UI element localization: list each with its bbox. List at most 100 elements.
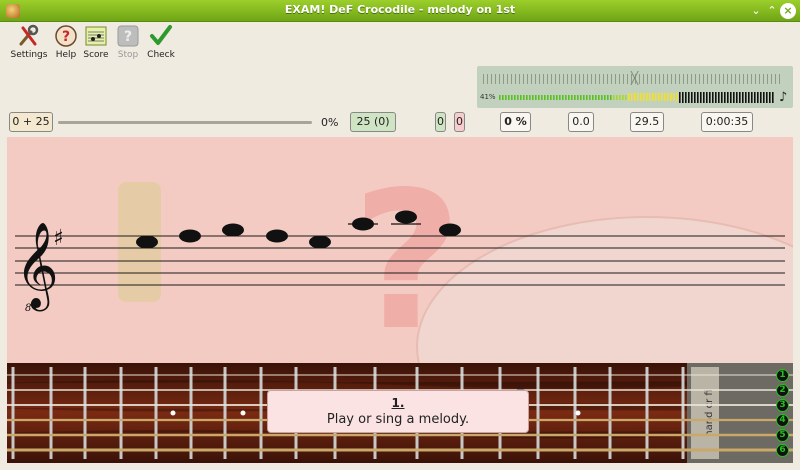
svg-text:?: ?: [62, 29, 70, 45]
volume-segment: [529, 95, 531, 100]
hint-box: ‾ 1. Play or sing a melody.: [267, 387, 529, 433]
volume-segment: [646, 93, 648, 101]
svg-text:?: ?: [124, 29, 132, 45]
note-4[interactable]: [266, 229, 288, 243]
volume-segment: [724, 92, 726, 103]
volume-percent: 41%: [480, 93, 496, 101]
volume-segment: [616, 95, 618, 100]
window-title: EXAM! DeF Crocodile - melody on 1st: [284, 3, 516, 16]
volume-segment: [538, 95, 540, 100]
volume-segment: [673, 93, 675, 101]
note-2[interactable]: [179, 229, 201, 243]
volume-segment: [643, 93, 645, 101]
volume-segment: [766, 92, 768, 103]
volume-segment: [517, 95, 519, 100]
volume-segment: [595, 95, 597, 100]
settings-label: Settings: [10, 50, 48, 60]
note-7[interactable]: [395, 210, 417, 224]
correct-count: 0: [435, 112, 446, 132]
volume-segment: [682, 92, 684, 103]
volume-segment: [709, 92, 711, 103]
volume-segment: [580, 95, 582, 100]
effectiveness: 0 %: [500, 112, 531, 132]
volume-segment: [505, 95, 507, 100]
volume-segment: [562, 95, 564, 100]
volume-bar[interactable]: [499, 92, 775, 103]
volume-segment: [523, 95, 525, 100]
string-number-3[interactable]: 3: [776, 399, 789, 412]
minimize-button[interactable]: ⌄: [748, 3, 764, 19]
volume-segment: [703, 92, 705, 103]
volume-meter[interactable]: ╳ 41% ♪: [477, 66, 793, 108]
stop-icon: ?: [116, 24, 140, 48]
title-bar: EXAM! DeF Crocodile - melody on 1st ⌄ ⌃ …: [0, 0, 800, 22]
volume-segment: [604, 95, 606, 100]
close-button[interactable]: ×: [780, 3, 796, 19]
volume-segment: [613, 95, 615, 100]
wrong-count: 0: [454, 112, 465, 132]
volume-segment: [655, 93, 657, 101]
note-1[interactable]: [136, 235, 158, 249]
volume-segment: [571, 95, 573, 100]
minimize-hint-icon[interactable]: ‾: [517, 387, 524, 403]
volume-segment: [565, 95, 567, 100]
settings-icon: [17, 24, 41, 48]
string-number-5[interactable]: 5: [776, 429, 789, 442]
volume-segment: [535, 95, 537, 100]
average-time: 0.0: [568, 112, 594, 132]
volume-segment: [658, 93, 660, 101]
total-time: 0:00:35: [701, 112, 753, 132]
string-number-2[interactable]: 2: [776, 384, 789, 397]
volume-segment: [772, 92, 774, 103]
note-icon: ♪: [779, 90, 788, 105]
volume-segment: [706, 92, 708, 103]
answered-count: 0 + 25: [9, 112, 53, 132]
check-button[interactable]: Check: [141, 24, 181, 60]
volume-segment: [715, 92, 717, 103]
volume-segment: [745, 92, 747, 103]
note-3[interactable]: [222, 223, 244, 237]
volume-segment: [625, 95, 627, 100]
note-5[interactable]: [309, 235, 331, 249]
volume-segment: [757, 92, 759, 103]
string-number-6[interactable]: 6: [776, 444, 789, 457]
volume-segment: [688, 92, 690, 103]
score-staff[interactable]: ? 𝄞 8 ♯: [7, 137, 793, 363]
volume-segment: [763, 92, 765, 103]
volume-segment: [670, 93, 672, 101]
volume-segment: [694, 92, 696, 103]
volume-segment: [514, 95, 516, 100]
octave-marker: 8: [25, 303, 31, 314]
volume-segment: [520, 95, 522, 100]
volume-segment: [691, 92, 693, 103]
string-number-1[interactable]: 1: [776, 369, 789, 382]
help-icon: ?: [54, 24, 78, 48]
volume-segment: [748, 92, 750, 103]
check-label: Check: [147, 50, 175, 60]
toolbar: Settings ? Help Score ? Stop Check: [0, 22, 800, 66]
volume-segment: [667, 93, 669, 101]
volume-segment: [700, 92, 702, 103]
progress-row: 0 + 25 0% 25 (0) 0 0 0 % 0.0 29.5 0:00:3…: [0, 108, 800, 136]
string-number-4[interactable]: 4: [776, 414, 789, 427]
note-8[interactable]: [439, 223, 461, 237]
volume-segment: [637, 93, 639, 101]
volume-segment: [685, 92, 687, 103]
volume-segment: [589, 95, 591, 100]
settings-button[interactable]: Settings: [9, 24, 49, 60]
volume-segment: [553, 95, 555, 100]
volume-segment: [679, 92, 681, 103]
volume-segment: [532, 95, 534, 100]
volume-segment: [730, 92, 732, 103]
volume-segment: [508, 95, 510, 100]
volume-segment: [760, 92, 762, 103]
volume-segment: [592, 95, 594, 100]
nut-logo: hand cr fi: [704, 389, 715, 436]
volume-segment: [607, 95, 609, 100]
volume-segment: [556, 95, 558, 100]
question-text: Play or sing a melody.: [326, 412, 470, 427]
volume-segment: [640, 93, 642, 101]
sharp-icon: ♯: [53, 226, 64, 251]
maximize-button[interactable]: ⌃: [764, 3, 780, 19]
volume-segment: [733, 92, 735, 103]
